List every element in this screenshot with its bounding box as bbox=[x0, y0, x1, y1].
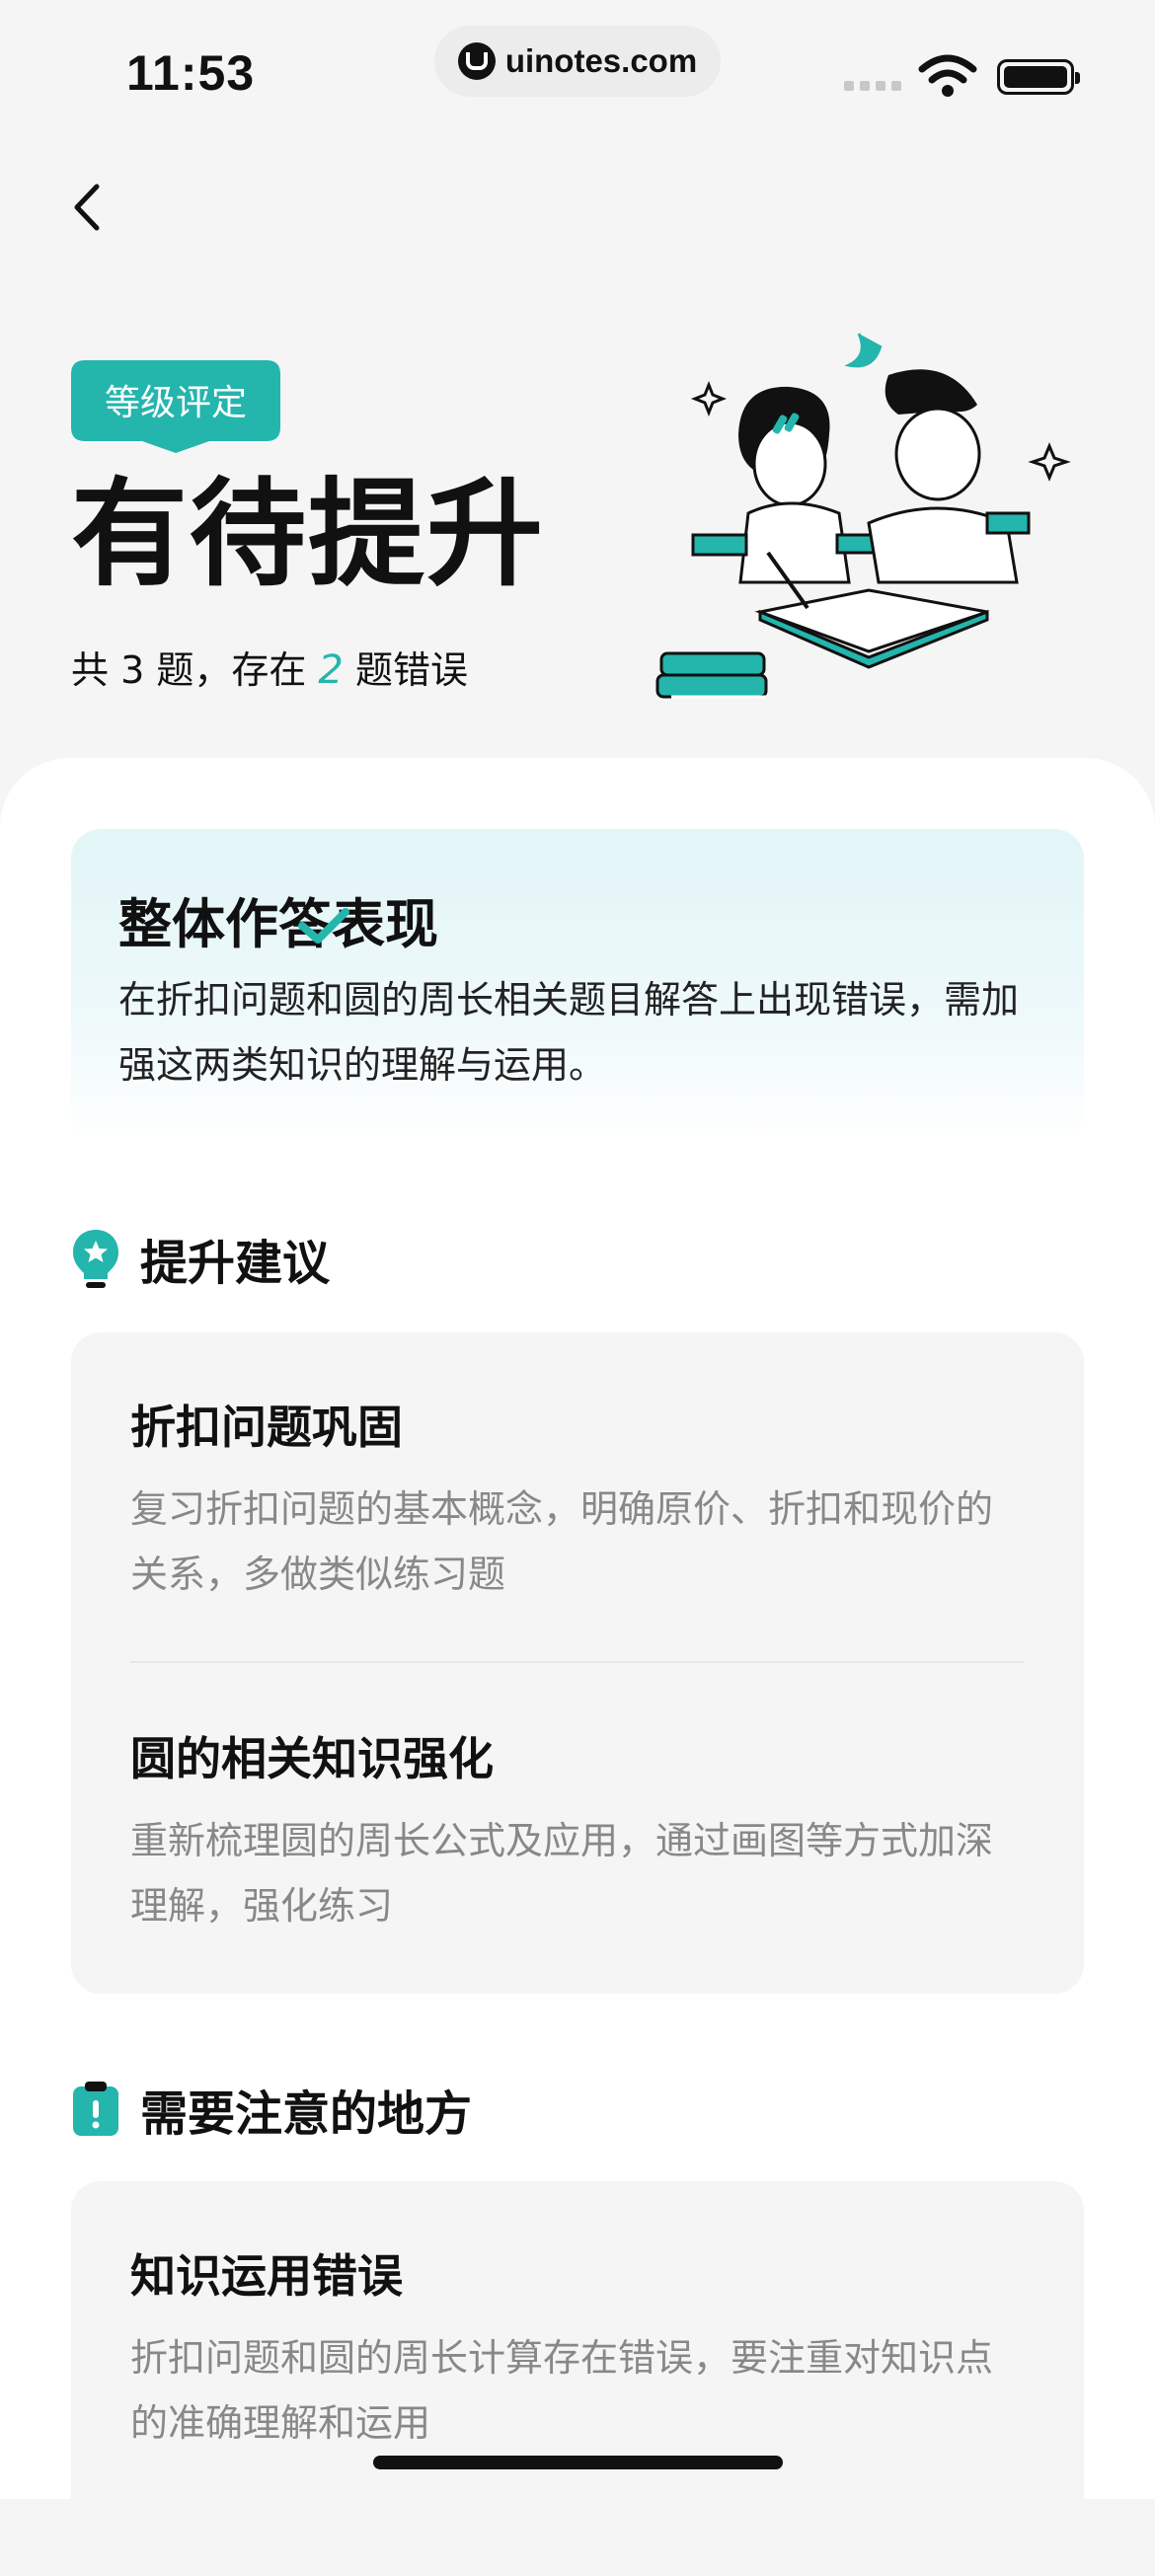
suggestions-header: 提升建议 bbox=[71, 1224, 330, 1293]
battery-icon bbox=[997, 59, 1080, 95]
level-badge-label: 等级评定 bbox=[104, 383, 247, 423]
status-time: 11:53 bbox=[126, 45, 256, 101]
result-summary: 共 3 题，存在 2 题错误 bbox=[71, 640, 468, 694]
suggestions-card: 折扣问题巩固 复习折扣问题的基本概念，明确原价、折扣和现价的关系，多做类似练习题… bbox=[71, 1332, 1084, 1994]
level-badge: 等级评定 bbox=[71, 360, 280, 453]
site-logo-icon bbox=[457, 42, 496, 80]
home-indicator[interactable] bbox=[373, 2456, 783, 2469]
cellular-signal-icon bbox=[844, 81, 901, 91]
suggestion-item: 圆的相关知识强化 重新梳理圆的周长公式及应用，通过画图等方式加深理解，强化练习 bbox=[130, 1723, 1029, 1938]
suggestion-item: 折扣问题巩固 复习折扣问题的基本概念，明确原价、折扣和现价的关系，多做类似练习题 bbox=[130, 1392, 1029, 1607]
result-suffix: 题错误 bbox=[343, 648, 468, 692]
studying-kids-illustration bbox=[655, 333, 1071, 699]
attention-title: 需要注意的地方 bbox=[140, 2086, 473, 2142]
back-arrow-icon[interactable] bbox=[59, 173, 118, 242]
attention-item-desc: 折扣问题和圆的周长计算存在错误，要注重对知识点的准确理解和运用 bbox=[130, 2336, 994, 2445]
check-mark-icon bbox=[298, 908, 349, 944]
attention-header: 需要注意的地方 bbox=[71, 2075, 472, 2144]
result-prefix: 共 3 题，存在 bbox=[71, 648, 319, 692]
summary-text: 在折扣问题和圆的周长相关题目解答上出现错误，需加强这两类知识的理解与运用。 bbox=[118, 978, 1020, 1087]
suggestion-desc: 重新梳理圆的周长公式及应用，通过画图等方式加深理解，强化练习 bbox=[130, 1819, 994, 1928]
summary-card: 整体作答表现 在折扣问题和圆的周长相关题目解答上出现错误，需加强这两类知识的理解… bbox=[71, 829, 1084, 1143]
attention-card: 知识运用错误 折扣问题和圆的周长计算存在错误，要注重对知识点的准确理解和运用 bbox=[71, 2181, 1084, 2576]
suggestion-title: 折扣问题巩固 bbox=[130, 1401, 403, 1454]
suggestion-desc: 复习折扣问题的基本概念，明确原价、折扣和现价的关系，多做类似练习题 bbox=[130, 1487, 994, 1596]
suggestion-title: 圆的相关知识强化 bbox=[130, 1732, 494, 1785]
divider bbox=[130, 1661, 1025, 1663]
lightbulb-star-icon bbox=[73, 1230, 118, 1288]
suggestions-title: 提升建议 bbox=[140, 1236, 331, 1291]
page-title: 有待提升 bbox=[71, 466, 546, 602]
summary-title: 整体作答表现 bbox=[118, 893, 438, 955]
attention-item-title: 知识运用错误 bbox=[130, 2249, 403, 2303]
clipboard-alert-icon bbox=[73, 2082, 118, 2136]
wifi-icon bbox=[918, 54, 977, 97]
url-text: uinotes.com bbox=[504, 42, 698, 79]
url-pill[interactable]: uinotes.com bbox=[434, 26, 721, 97]
status-bar: 11:53 uinotes.com bbox=[0, 0, 1155, 148]
attention-item: 知识运用错误 折扣问题和圆的周长计算存在错误，要注重对知识点的准确理解和运用 bbox=[130, 2240, 1029, 2456]
error-count: 2 bbox=[318, 647, 344, 693]
